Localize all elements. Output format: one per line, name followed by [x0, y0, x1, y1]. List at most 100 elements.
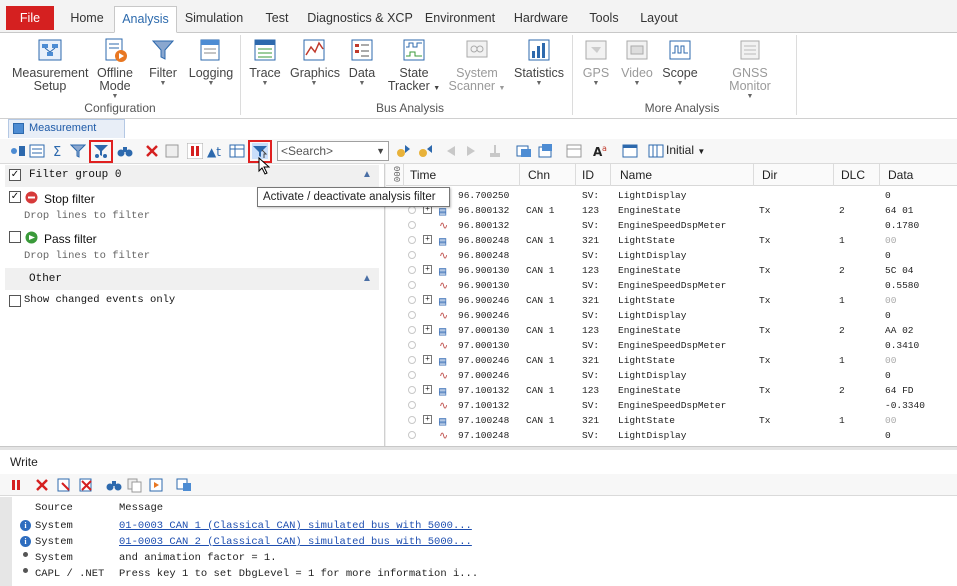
show-changed-checkbox[interactable] [9, 295, 21, 307]
copy-icon[interactable] [126, 477, 142, 493]
cell-message[interactable]: 01-0003 CAN 1 (Classical CAN) simulated … [119, 520, 472, 532]
clear-icon[interactable] [164, 143, 180, 159]
scope-button[interactable]: Scope ▼ [662, 37, 698, 88]
pause-icon[interactable] [8, 477, 24, 493]
column-header-dlc[interactable]: DLC [841, 168, 865, 182]
trace-signal-row[interactable]: ∿ 96.800248 SV: LightDisplay 0 [386, 248, 957, 263]
write-row[interactable]: i System 01-0003 CAN 1 (Classical CAN) sim… [0, 518, 957, 534]
node-icon[interactable] [10, 143, 26, 159]
stop-filter-checkbox[interactable]: ✓ [9, 191, 21, 203]
other-header[interactable]: Other ▲ [5, 268, 379, 290]
tab-tools[interactable]: Tools [582, 6, 626, 33]
trace-signal-row[interactable]: ∿ 96.900246 SV: LightDisplay 0 [386, 308, 957, 323]
write-row[interactable]: CAPL / .NET Press key 1 to set DbgLevel =… [0, 566, 957, 582]
collapse-icon[interactable]: ▲ [362, 169, 372, 180]
trace-message-row[interactable]: + ▤ 96.800132 CAN 1 123 EngineState Tx 2 64 01 [386, 203, 957, 219]
trace-button[interactable]: Trace ▼ [246, 37, 284, 88]
trace-signal-row[interactable]: ∿ 96.800132 SV: EngineSpeedDspMeter 0.1780 [386, 218, 957, 233]
graphics-button[interactable]: Graphics ▼ [290, 37, 340, 88]
window-icon[interactable] [622, 143, 638, 159]
write-row[interactable]: System and animation factor = 1. [0, 550, 957, 566]
trace-message-row[interactable]: + ▤ 96.900246 CAN 1 321 LightState Tx 1 00 [386, 293, 957, 309]
row-marker[interactable] [408, 251, 416, 259]
trace-signal-row[interactable]: ∿ 97.100248 SV: LightDisplay 0 [386, 428, 957, 443]
tab-diagnostics-xcp[interactable]: Diagnostics & XCP [304, 6, 416, 33]
state-tracker-button[interactable]: State Tracker ▼ [386, 37, 442, 95]
filter-small-icon[interactable] [69, 143, 87, 159]
row-marker[interactable] [408, 296, 416, 304]
pass-filter-checkbox[interactable] [9, 231, 21, 243]
copy-window-icon[interactable] [516, 143, 532, 159]
row-marker[interactable] [408, 356, 416, 364]
row-marker[interactable] [408, 236, 416, 244]
time-mode-icon[interactable]: ▲t [207, 143, 223, 159]
row-marker[interactable] [408, 206, 416, 214]
binoculars-icon[interactable] [106, 477, 122, 493]
filter-group-header[interactable]: ✓ Filter group 0 ▲ [5, 165, 379, 187]
row-marker[interactable] [408, 281, 416, 289]
trace-message-row[interactable]: + ▤ 96.800248 CAN 1 321 LightState Tx 1 00 [386, 233, 957, 249]
font-icon[interactable]: Aa [593, 143, 609, 159]
expand-icon[interactable]: + [423, 295, 432, 304]
delete-icon[interactable] [144, 143, 160, 159]
save-icon[interactable] [148, 477, 164, 493]
measurement-setup-button[interactable]: Measurement Setup [12, 37, 88, 93]
row-marker[interactable] [408, 386, 416, 394]
search-input[interactable]: <Search> ▼ [277, 141, 389, 161]
tab-test[interactable]: Test [256, 6, 298, 33]
tab-file[interactable]: File [6, 6, 54, 30]
window-settings-icon[interactable] [176, 477, 192, 493]
column-header-time[interactable]: Time [410, 168, 436, 182]
row-marker[interactable] [408, 371, 416, 379]
trace-message-row[interactable]: + ▤ 97.000130 CAN 1 123 EngineState Tx 2 AA 02 [386, 323, 957, 339]
column-header-source[interactable]: Source [35, 502, 73, 514]
sigma-icon[interactable]: Σ [50, 143, 66, 160]
expand-icon[interactable]: + [423, 235, 432, 244]
column-header-message[interactable]: Message [119, 502, 163, 514]
tab-analysis[interactable]: Analysis [114, 6, 177, 33]
trace-message-row[interactable]: + ▤ 96.900130 CAN 1 123 EngineState Tx 2 5C 04 [386, 263, 957, 279]
trace-signal-row[interactable]: ∿ 96.900130 SV: EngineSpeedDspMeter 0.5580 [386, 278, 957, 293]
find-prev-icon[interactable] [395, 143, 411, 159]
tab-environment[interactable]: Environment [420, 6, 500, 33]
export-icon[interactable] [538, 143, 554, 159]
expand-icon[interactable]: + [423, 415, 432, 424]
columns-icon[interactable] [229, 143, 245, 159]
tab-home[interactable]: Home [62, 6, 112, 33]
row-marker[interactable] [408, 266, 416, 274]
write-row[interactable]: i System 01-0003 CAN 2 (Classical CAN) sim… [0, 534, 957, 550]
video-button[interactable]: Video ▼ [620, 37, 654, 88]
column-header-data[interactable]: Data [888, 168, 913, 182]
trace-message-row[interactable]: + ▤ 97.100248 CAN 1 321 LightState Tx 1 00 [386, 413, 957, 429]
column-layout-icon[interactable] [648, 143, 664, 159]
back-icon[interactable] [443, 143, 459, 159]
delete-icon[interactable] [34, 477, 50, 493]
statistics-button[interactable]: Statistics ▼ [512, 37, 566, 88]
column-header-id[interactable]: ID [582, 168, 594, 182]
expand-icon[interactable]: + [423, 265, 432, 274]
cell-message[interactable]: 01-0003 CAN 2 (Classical CAN) simulated … [119, 536, 472, 548]
clear-all-icon[interactable] [78, 477, 94, 493]
clear-page-icon[interactable] [56, 477, 72, 493]
offline-mode-button[interactable]: Offline Mode ▼ [92, 37, 138, 101]
trace-signal-row[interactable]: ∿ 97.000130 SV: EngineSpeedDspMeter 0.3410 [386, 338, 957, 353]
row-marker[interactable] [408, 401, 416, 409]
filter-button[interactable]: Filter ▼ [146, 37, 180, 88]
find-next-icon[interactable] [417, 143, 433, 159]
row-marker[interactable] [408, 326, 416, 334]
trace-message-row[interactable]: + ▤ 97.100132 CAN 1 123 EngineState Tx 2 64 FD [386, 383, 957, 399]
row-marker[interactable] [408, 431, 416, 439]
tab-hardware[interactable]: Hardware [508, 6, 574, 33]
expand-icon[interactable]: + [423, 325, 432, 334]
list-icon[interactable] [29, 143, 45, 159]
marker-icon[interactable] [487, 143, 503, 159]
chevron-down-icon[interactable]: ▼ [376, 142, 385, 160]
data-button[interactable]: Data ▼ [346, 37, 378, 88]
measurement-setup-tab[interactable]: Measurement Setup [8, 119, 125, 151]
row-marker[interactable] [408, 311, 416, 319]
column-layout-dropdown[interactable]: Initial ▼ [666, 143, 705, 157]
row-marker[interactable] [408, 221, 416, 229]
row-marker[interactable] [408, 341, 416, 349]
collapse-icon[interactable]: ▲ [362, 273, 372, 284]
tab-simulation[interactable]: Simulation [180, 6, 248, 33]
